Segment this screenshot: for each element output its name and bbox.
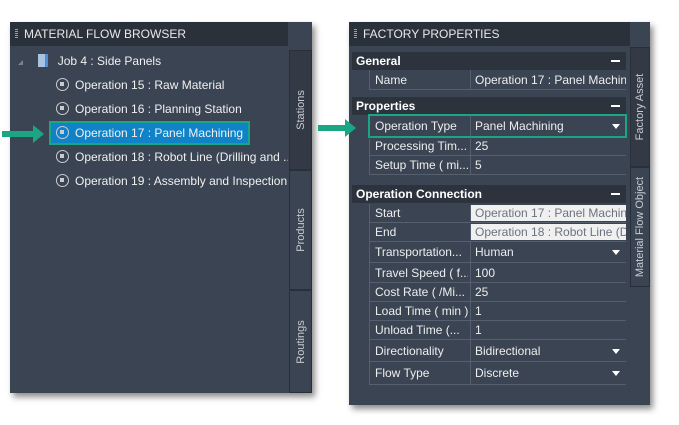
operation-label: Operation 19 : Assembly and Inspection	[75, 174, 288, 188]
chevron-down-icon	[612, 371, 620, 376]
factory-properties-panel: FACTORY PROPERTIES General Name Operation…	[349, 22, 650, 405]
flow-type-dropdown[interactable]: Discrete	[470, 362, 626, 384]
tree-item-operation[interactable]: Operation 18 : Robot Line (Drilling and …	[56, 147, 288, 167]
collapse-icon[interactable]	[611, 60, 620, 62]
job-icon	[38, 54, 49, 67]
operation-icon	[56, 102, 69, 115]
collapse-icon[interactable]	[611, 193, 620, 195]
property-row[interactable]: Directionality Bidirectional	[369, 340, 626, 362]
panel-title: MATERIAL FLOW BROWSER	[24, 27, 187, 41]
property-row[interactable]: Unload Time (... 1	[369, 321, 626, 340]
material-flow-browser-panel: MATERIAL FLOW BROWSER Job 4 : Side Panel…	[10, 22, 312, 393]
property-row[interactable]: Load Time ( min ) 1	[369, 302, 626, 321]
grip-icon[interactable]	[15, 29, 18, 39]
section-general[interactable]: General	[352, 52, 626, 70]
operation-icon	[56, 150, 69, 163]
operation-icon	[56, 174, 69, 187]
collapse-triangle-icon[interactable]	[18, 60, 23, 65]
tree-item-operation[interactable]: Operation 19 : Assembly and Inspection	[56, 171, 288, 191]
operation-label: Operation 15 : Raw Material	[75, 78, 225, 92]
pointer-arrow	[318, 119, 356, 137]
property-row[interactable]: Travel Speed ( f... 100	[369, 263, 626, 283]
chevron-down-icon	[612, 348, 620, 354]
property-row[interactable]: Flow Type Discrete	[369, 362, 626, 385]
job-label: Job 4 : Side Panels	[57, 54, 162, 68]
transportation-dropdown[interactable]: Human	[470, 242, 626, 262]
property-row[interactable]: Transportation... Human	[369, 242, 626, 263]
tab-products[interactable]: Products	[289, 170, 312, 290]
collapse-icon[interactable]	[611, 105, 620, 107]
section-operation-connection[interactable]: Operation Connection	[352, 185, 626, 203]
property-row[interactable]: Setup Time ( mi... 5	[369, 156, 626, 175]
tree-item-job[interactable]: Job 4 : Side Panels	[18, 51, 161, 71]
directionality-dropdown[interactable]: Bidirectional	[470, 340, 626, 361]
tab-material-flow-object[interactable]: Material Flow Object	[630, 167, 650, 287]
grip-icon[interactable]	[354, 29, 357, 39]
panel-header[interactable]: FACTORY PROPERTIES	[349, 22, 630, 46]
tab-routings[interactable]: Routings	[289, 290, 312, 393]
tree-item-operation[interactable]: Operation 15 : Raw Material	[56, 75, 288, 95]
section-properties[interactable]: Properties	[352, 97, 626, 115]
property-row[interactable]: Name Operation 17 : Panel Machin	[369, 70, 626, 90]
tab-factory-asset[interactable]: Factory Asset	[630, 47, 650, 167]
panel-title: FACTORY PROPERTIES	[363, 27, 500, 41]
chevron-down-icon	[612, 250, 620, 255]
property-row[interactable]: Start Operation 17 : Panel Machin	[369, 204, 626, 223]
property-row[interactable]: Processing Tim... 25	[369, 137, 626, 156]
property-row[interactable]: End Operation 18 : Robot Line (D	[369, 223, 626, 242]
tab-stations[interactable]: Stations	[289, 50, 312, 170]
tree-item-operation[interactable]: Operation 16 : Planning Station	[56, 99, 288, 119]
highlight-box	[368, 114, 627, 138]
property-row[interactable]: Cost Rate ( /Mi... 25	[369, 283, 626, 302]
operation-label: Operation 18 : Robot Line (Drilling and …	[75, 150, 288, 164]
operation-label: Operation 16 : Planning Station	[75, 102, 242, 116]
panel-header[interactable]: MATERIAL FLOW BROWSER	[10, 22, 288, 46]
operation-icon	[56, 78, 69, 91]
highlight-box	[49, 121, 250, 145]
pointer-arrow	[2, 125, 44, 143]
